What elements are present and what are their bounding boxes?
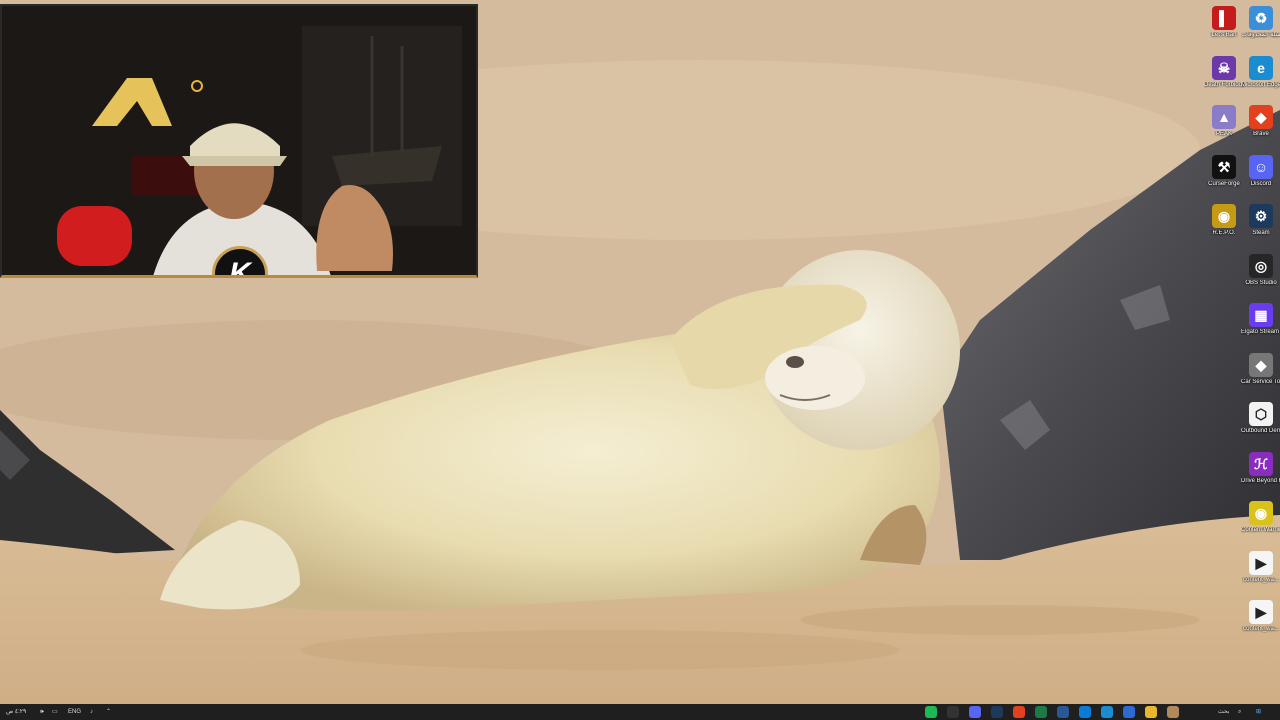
steam-taskbar-icon[interactable]: [991, 706, 1003, 718]
webcam-feed: [2, 6, 476, 275]
desktop-icon-label: content_wa...: [1243, 576, 1279, 583]
repo-icon: ◉: [1212, 204, 1236, 228]
store-taskbar-icon[interactable]: [1079, 706, 1091, 718]
elgato-stream-deck-icon: ▦: [1249, 303, 1273, 327]
obs-studio-shortcut[interactable]: ◎ OBS Studio: [1241, 253, 1280, 300]
elgato-stream-deck-shortcut[interactable]: ▦ Elgato Stream Deck: [1241, 303, 1280, 349]
obs-taskbar-icon[interactable]: [947, 706, 959, 718]
car-service-together-icon: ◆: [1249, 352, 1273, 377]
desktop[interactable]: K ▌ Let's Ban ☠Death Forbidden ▲ PEAK ⚒CurseF…: [0, 0, 1280, 704]
desktop-icon-label: Elgato Stream Deck: [1241, 329, 1280, 335]
desktop-icon-label: Steam: [1252, 230, 1270, 236]
outbound-demo-icon: ⬡: [1249, 402, 1273, 426]
edge-icon: e: [1249, 55, 1273, 80]
obs-studio-icon: ◎: [1249, 253, 1273, 278]
curseforge-shortcut[interactable]: ⚒ CurseForge: [1204, 154, 1244, 201]
desktop-icon-label: Microsoft Edge: [1241, 81, 1280, 88]
content-file-1-icon: ▶: [1249, 550, 1273, 575]
taskbar: ٤:٢٩ ص 🕪 ▭ ENG ♪ ⌃ بحث ⌕ ⊞: [0, 704, 1280, 720]
calendar-taskbar-icon[interactable]: [1123, 706, 1135, 718]
explorer-taskbar-icon[interactable]: [1145, 706, 1157, 718]
desktop-icon-label: Car Service Together: [1241, 378, 1280, 385]
discord-taskbar-icon[interactable]: [969, 706, 981, 718]
steam-shortcut[interactable]: ⚙ Steam: [1241, 204, 1280, 250]
curseforge-icon: ⚒: [1212, 154, 1236, 179]
content-warning-shortcut[interactable]: ◉ Content Warning: [1241, 501, 1280, 547]
network-icon[interactable]: ▭: [52, 707, 58, 717]
edge-taskbar-icon[interactable]: [1101, 706, 1113, 718]
mic-icon[interactable]: ♪: [90, 707, 93, 717]
car-service-together-shortcut[interactable]: ◆Car Service Together: [1241, 352, 1280, 399]
desktop-icon-label: Discord: [1250, 180, 1272, 187]
search-icon[interactable]: ⌕: [1238, 707, 1241, 717]
content-file-2-icon: ▶: [1249, 600, 1273, 624]
brave-icon: ◆: [1249, 105, 1273, 129]
recycle-bin-shortcut[interactable]: ♻ سلة المحذوفات: [1241, 6, 1280, 52]
word-taskbar-icon[interactable]: [1057, 706, 1069, 718]
repo-shortcut[interactable]: ◉ R.E.P.O.: [1204, 204, 1244, 250]
desktop-icon-label: Drive Beyond Horizons: [1241, 477, 1280, 484]
content-file-1-shortcut[interactable]: ▶ content_wa...: [1241, 550, 1280, 597]
excel-taskbar-icon[interactable]: [1035, 706, 1047, 718]
desktop-icon-label: CurseForge: [1208, 180, 1240, 187]
search-box[interactable]: بحث: [1218, 707, 1229, 717]
desktop-icon-label: Brave: [1253, 131, 1269, 137]
desktop-icon-label: OBS Studio: [1245, 279, 1277, 286]
outbound-demo-shortcut[interactable]: ⬡ Outbound Demo: [1241, 402, 1280, 448]
lets-ban-shortcut[interactable]: ▌ Let's Ban: [1204, 6, 1244, 52]
brave-shortcut[interactable]: ◆ Brave: [1241, 105, 1280, 151]
discord-shortcut[interactable]: ☺ Discord: [1241, 154, 1280, 201]
start-button-icon[interactable]: ⊞: [1256, 707, 1261, 717]
drive-beyond-horizons-shortcut[interactable]: ℋDrive Beyond Horizons: [1241, 451, 1280, 498]
desktop-icon-label: PEAK: [1215, 131, 1232, 137]
peak-icon: ▲: [1212, 105, 1236, 129]
desktop-icon-label: Death Forbidden: [1204, 81, 1244, 88]
clock-time[interactable]: ٤:٢٩ ص: [6, 707, 26, 717]
discord-icon: ☺: [1249, 154, 1273, 179]
brave-taskbar-icon[interactable]: [1013, 706, 1025, 718]
peak-shortcut[interactable]: ▲ PEAK: [1204, 105, 1244, 151]
tray-chevron-icon[interactable]: ⌃: [106, 707, 111, 717]
webcam-overlay: K: [0, 4, 478, 278]
content-file-2-shortcut[interactable]: ▶ content_wa...: [1241, 600, 1280, 646]
spotify-taskbar-icon[interactable]: [925, 706, 937, 718]
volume-icon[interactable]: 🕪: [40, 707, 44, 717]
desktop-icon-label: R.E.P.O.: [1212, 230, 1236, 236]
desktop-icon-label: content_wa...: [1243, 626, 1279, 632]
desktop-icon-label: سلة المحذوفات: [1241, 32, 1280, 38]
death-forbidden-shortcut[interactable]: ☠Death Forbidden: [1204, 55, 1244, 102]
game-taskbar-icon[interactable]: [1167, 706, 1179, 718]
drive-beyond-horizons-icon: ℋ: [1249, 451, 1273, 476]
language-indicator[interactable]: ENG: [68, 707, 81, 717]
steam-icon: ⚙: [1249, 204, 1273, 228]
content-warning-icon: ◉: [1249, 501, 1273, 525]
lets-ban-icon: ▌: [1212, 6, 1236, 30]
recycle-bin-icon: ♻: [1249, 6, 1273, 30]
edge-shortcut[interactable]: e Microsoft Edge: [1241, 55, 1280, 102]
desktop-icon-label: Outbound Demo: [1241, 428, 1280, 434]
death-forbidden-icon: ☠: [1212, 55, 1236, 80]
desktop-icon-label: Content Warning: [1241, 527, 1280, 533]
desktop-icon-label: Let's Ban: [1211, 32, 1237, 38]
